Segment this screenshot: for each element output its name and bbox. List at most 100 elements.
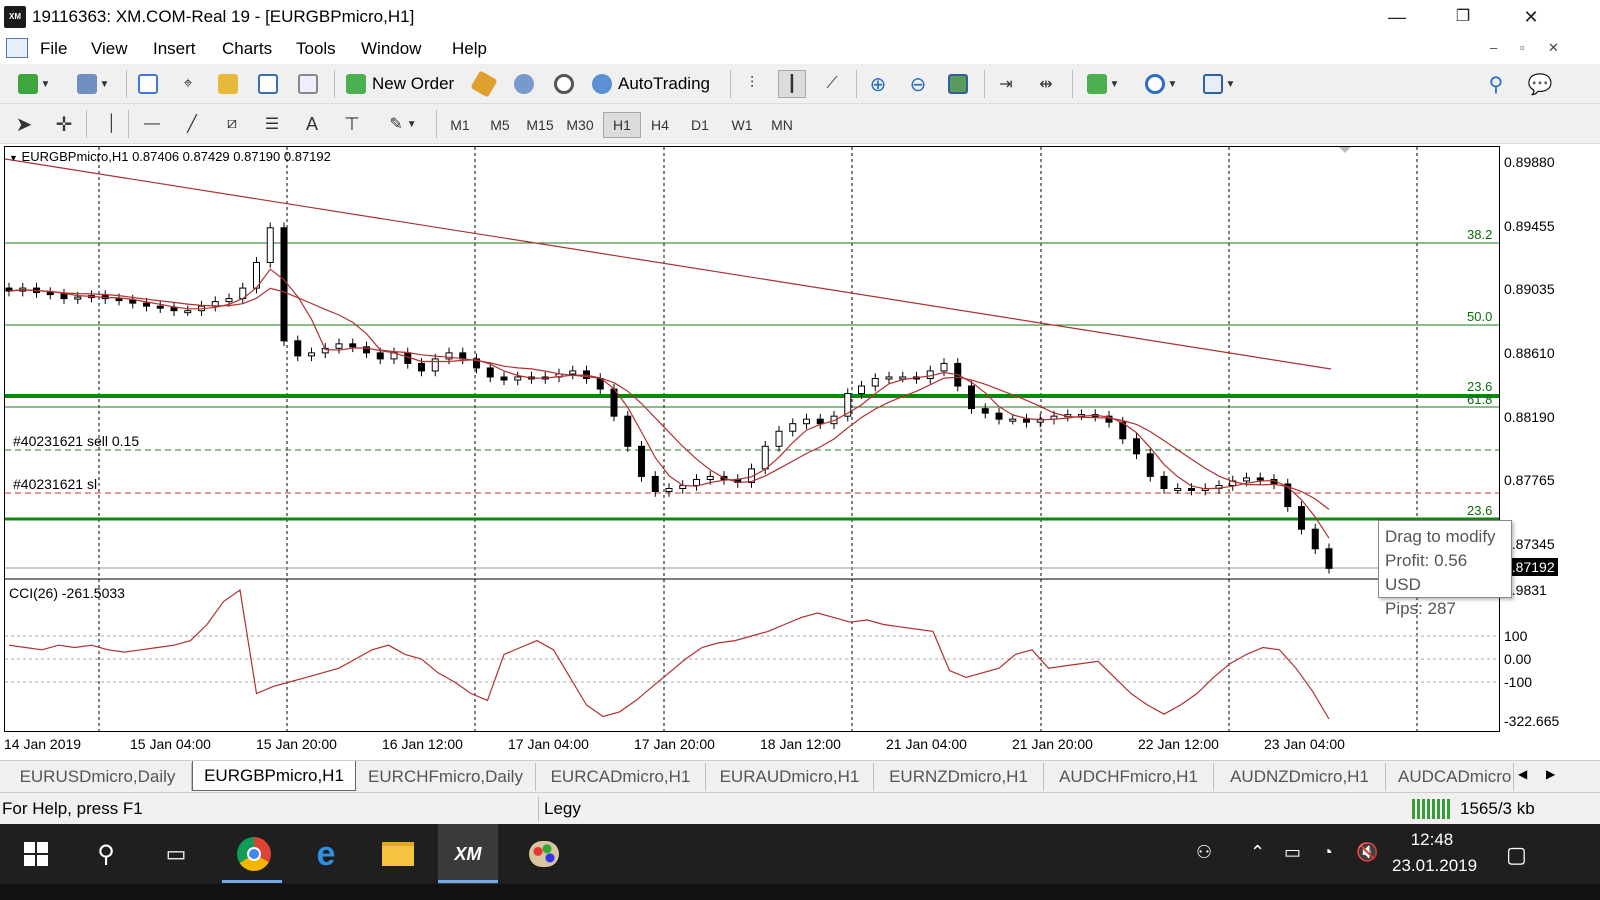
equidistant-channel-icon[interactable]: ⧄ [218,110,246,138]
chart-window-icon[interactable] [6,38,28,58]
candle [995,412,1003,420]
search-taskbar-icon[interactable]: ⚲ [76,824,136,884]
timeframe-m1[interactable]: M1 [441,112,479,138]
clock-time[interactable]: 12:48 [1392,830,1472,850]
chrome-icon[interactable] [224,824,284,884]
menu-charts[interactable]: Charts [222,39,272,59]
timeframe-mn[interactable]: MN [763,112,801,138]
arrows-icon[interactable]: ✎ ▼ [378,110,428,138]
chart-area[interactable]: ▼ EURGBPmicro,H1 0.87406 0.87429 0.87190… [4,146,1500,732]
data-window-icon[interactable]: ⌖ [174,70,202,98]
people-icon[interactable]: ⚇ [1196,842,1212,863]
clock-date[interactable]: 23.01.2019 [1392,856,1477,876]
tile-windows-icon[interactable] [944,70,972,98]
timeframe-w1[interactable]: W1 [723,112,761,138]
bar-chart-icon[interactable]: ⫶ [738,70,766,98]
menu-view[interactable]: View [91,39,128,59]
cursor-icon[interactable]: ➤ [10,110,38,138]
fibonacci-icon[interactable]: ☰ [258,110,286,138]
search-icon[interactable]: ⚲ [1482,70,1510,98]
time-label: 16 Jan 12:00 [382,736,463,752]
timeframe-m30[interactable]: M30 [561,112,599,138]
price-scale[interactable]: 0.89880 0.89455 0.89035 0.88610 0.88190 … [1500,146,1600,732]
time-label: 21 Jan 20:00 [1012,736,1093,752]
edge-icon[interactable]: e [296,824,356,884]
new-order-button[interactable]: New Order [342,70,458,98]
periods-icon[interactable]: ▼ [1136,70,1186,98]
text-label-icon[interactable]: ⊤ [338,110,366,138]
tab-audnzd-h1[interactable]: AUDNZDmicro,H1 [1214,763,1386,791]
tab-audcad[interactable]: AUDCADmicro [1386,763,1514,791]
mdi-minimize-button[interactable]: – [1490,40,1497,55]
windows-start-icon[interactable] [6,824,66,884]
horizontal-line-icon[interactable]: ― [138,110,166,138]
text-icon[interactable]: A [298,110,326,138]
zoom-out-icon[interactable]: ⊖ [904,70,932,98]
close-button[interactable]: ✕ [1508,2,1554,32]
community-icon[interactable] [510,70,538,98]
xm-logo-icon: XM [4,6,26,28]
auto-scroll-icon[interactable]: ⇥ [992,70,1020,98]
autotrading-button[interactable]: AutoTrading [588,70,714,98]
profiles-icon[interactable]: ▼ [68,70,118,98]
timeframe-h4[interactable]: H4 [641,112,679,138]
battery-icon[interactable]: ▭ [1284,842,1301,863]
tab-euraud-h1[interactable]: EURAUDmicro,H1 [706,763,874,791]
market-watch-icon[interactable] [134,70,162,98]
candle [706,475,714,480]
timeframe-d1[interactable]: D1 [681,112,719,138]
price-label: 0.88190 [1504,409,1555,425]
indicators-icon[interactable]: ▼ [1078,70,1128,98]
signals-icon[interactable] [550,70,578,98]
minimize-button[interactable]: — [1374,2,1420,32]
tab-eurchf-daily[interactable]: EURCHFmicro,Daily [356,763,536,791]
tab-scroll-left-icon[interactable]: ◀ [1518,767,1527,781]
time-label: 15 Jan 04:00 [130,736,211,752]
menu-insert[interactable]: Insert [153,39,196,59]
templates-icon[interactable]: ▼ [1194,70,1244,98]
timeframe-m15[interactable]: M15 [521,112,559,138]
status-profile: Legy [544,799,581,818]
tab-eurnzd-h1[interactable]: EURNZDmicro,H1 [874,763,1044,791]
chat-icon[interactable]: 💬 [1526,70,1554,98]
chart-shift-icon[interactable]: ⇹ [1032,70,1060,98]
moving-average-long [5,158,1332,370]
terminal-icon[interactable] [254,70,282,98]
xm-terminal-icon[interactable]: XM [438,824,498,884]
tab-eurgbp-h1[interactable]: EURGBPmicro,H1 [192,761,356,791]
new-chart-icon[interactable]: ▼ [10,70,58,98]
timeframe-m5[interactable]: M5 [481,112,519,138]
navigator-icon[interactable] [214,70,242,98]
mdi-restore-button[interactable]: ▫ [1520,40,1525,55]
notification-icon[interactable]: ▢ [1506,842,1527,868]
strategy-tester-icon[interactable] [294,70,322,98]
zoom-in-icon[interactable]: ⊕ [864,70,892,98]
time-label: 14 Jan 2019 [4,736,82,752]
paint-icon[interactable] [514,824,574,884]
trendline-icon[interactable]: ╱ [178,110,206,138]
tab-eurcad-h1[interactable]: EURCADmicro,H1 [536,763,706,791]
task-view-icon[interactable]: ▭ [146,824,206,884]
tab-scroll-right-icon[interactable]: ▶ [1546,767,1555,781]
timeframe-h1[interactable]: H1 [603,112,641,138]
vertical-line-icon[interactable]: │ [98,110,126,138]
mdi-close-button[interactable]: ✕ [1548,40,1559,56]
menu-help[interactable]: Help [452,39,487,59]
file-explorer-icon[interactable] [368,824,428,884]
menu-window[interactable]: Window [361,39,421,59]
price-chart[interactable] [5,147,1499,731]
wifi-icon[interactable]: ◔ [1322,842,1333,863]
menu-file[interactable]: File [40,39,67,59]
candle [761,445,769,470]
volume-muted-icon[interactable]: 🔇 [1356,842,1378,863]
metaeditor-icon[interactable] [470,70,498,98]
candlesticks-icon[interactable]: ┃ [778,70,806,98]
tab-eurusd-daily[interactable]: EURUSDmicro,Daily [4,763,192,791]
menu-tools[interactable]: Tools [296,39,336,59]
tab-audchf-h1[interactable]: AUDCHFmicro,H1 [1044,763,1214,791]
crosshair-icon[interactable]: ✛ [50,110,78,138]
chevron-up-icon[interactable]: ⌃ [1250,842,1265,863]
line-chart-icon[interactable]: ⟋ [818,70,846,98]
restore-button[interactable]: ❐ [1440,2,1486,32]
candle [1023,418,1030,423]
